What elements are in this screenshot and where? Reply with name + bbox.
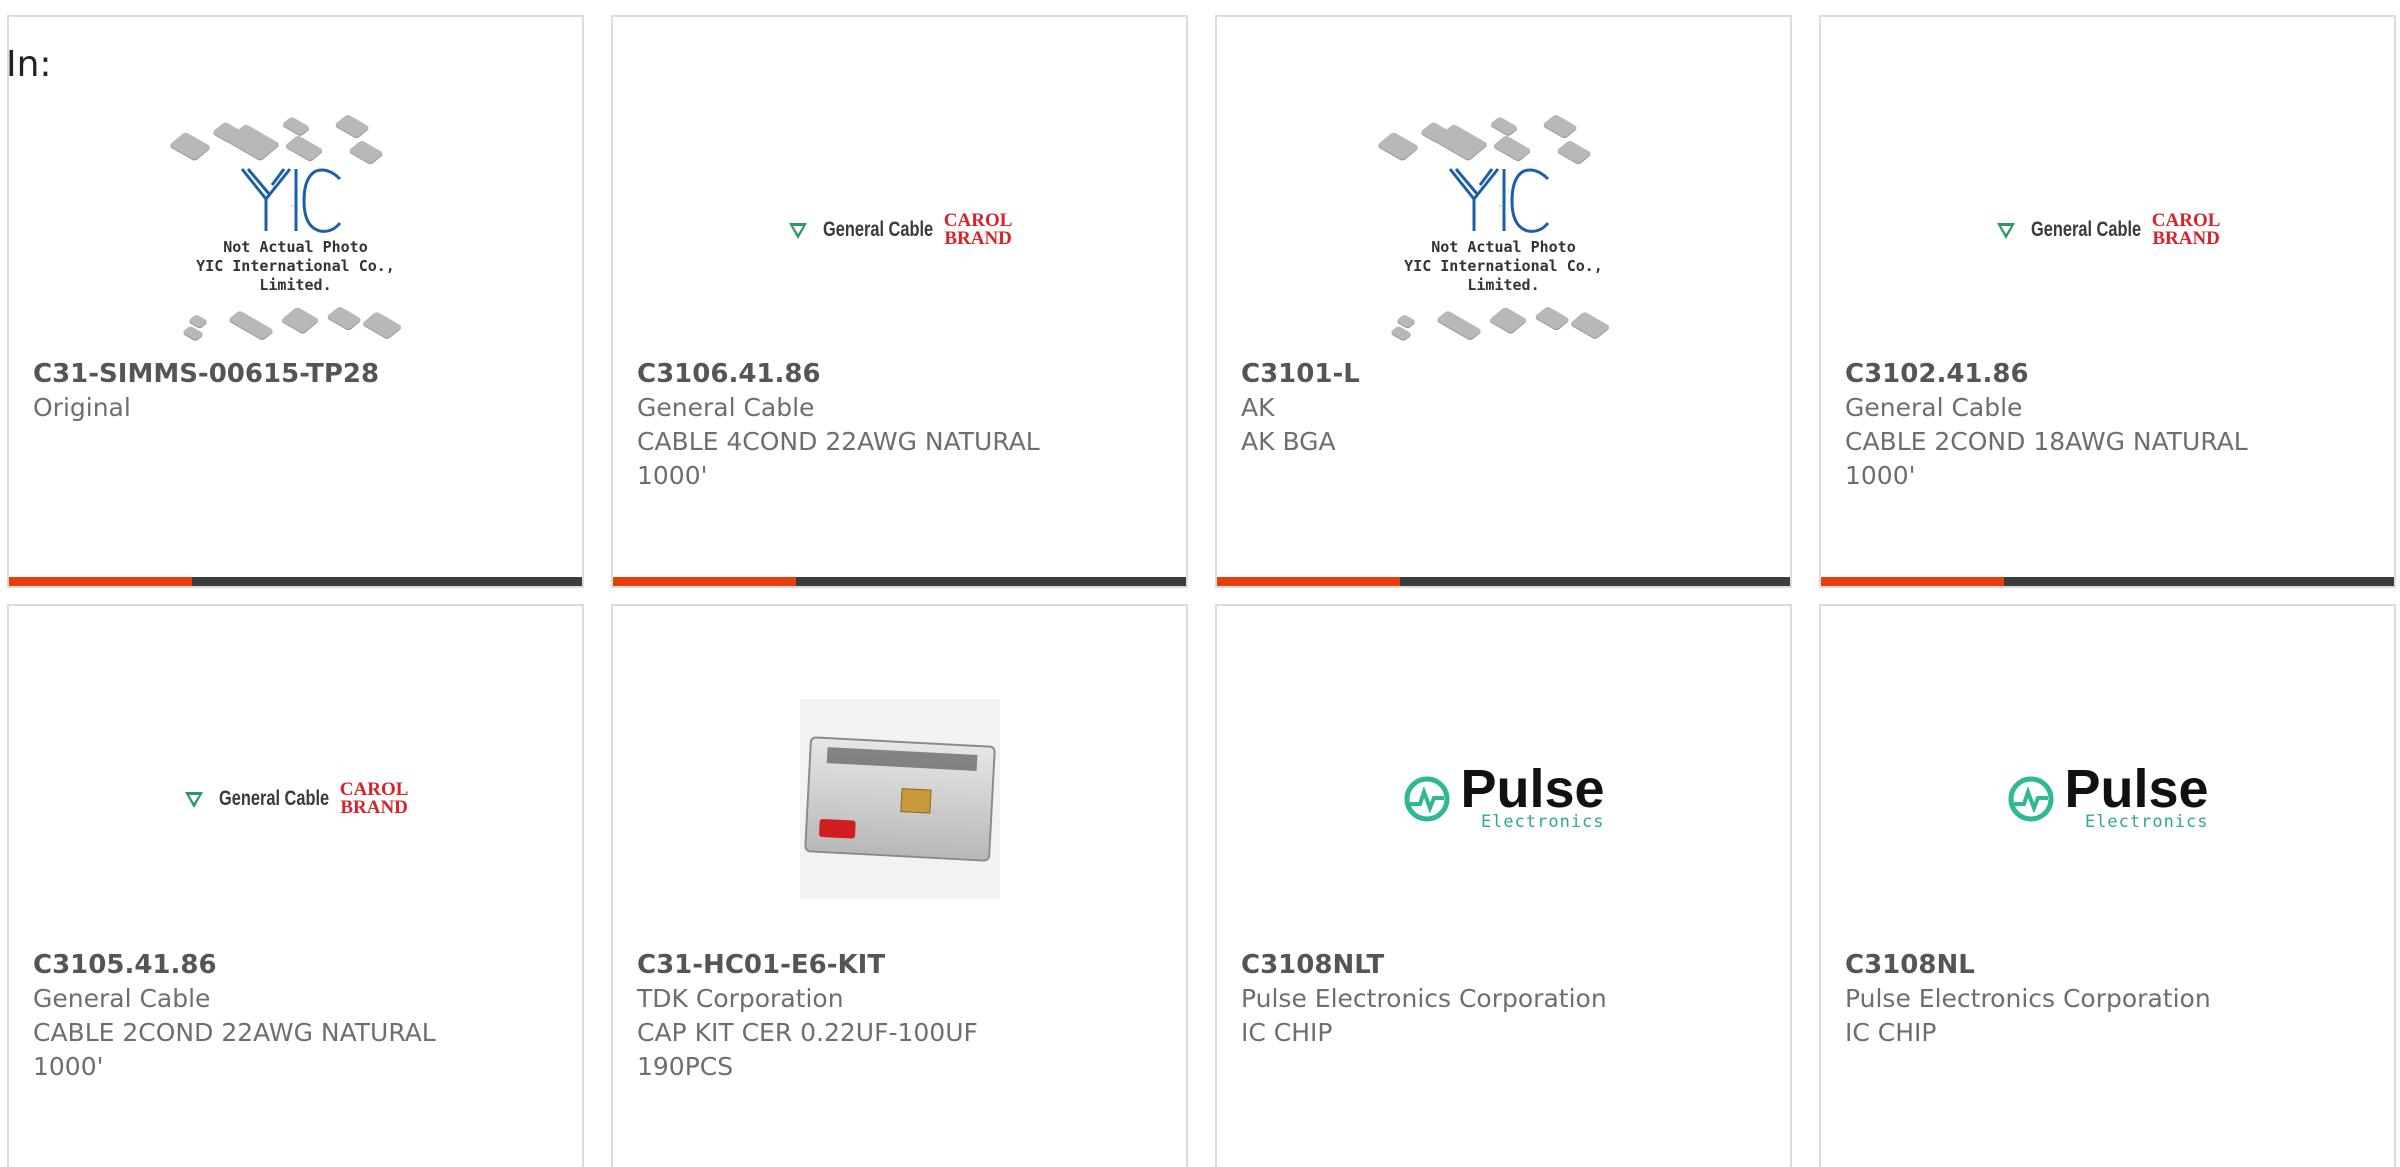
manufacturer: Pulse Electronics Corporation — [1241, 984, 1607, 1013]
shield-icon — [1996, 222, 2015, 239]
description: IC CHIP — [1241, 1018, 1333, 1047]
product-info: C3101-L AK AK BGA — [1241, 357, 1661, 459]
card-progress-bar — [1821, 577, 2394, 586]
capacitor-kit-photo — [799, 698, 1000, 899]
description: 190PCS — [637, 1052, 734, 1081]
description: 1000' — [33, 1052, 104, 1081]
product-image[interactable]: General Cable CAROL BRAND — [613, 97, 1186, 362]
product-card[interactable]: YIC Not Actual Photo YIC International C… — [1215, 15, 1792, 588]
product-image[interactable]: YIC Not Actual Photo YIC International C… — [9, 97, 582, 362]
description: AK BGA — [1241, 427, 1336, 456]
part-number-link[interactable]: C31-SIMMS-00615-TP28 — [33, 357, 453, 391]
product-info: C3102.41.86 General Cable CABLE 2COND 18… — [1845, 357, 2265, 493]
manufacturer: General Cable — [33, 984, 211, 1013]
general-cable-logo: General Cable CAROL BRAND — [787, 211, 1012, 248]
description: CABLE 2COND 18AWG NATURAL — [1845, 427, 2248, 456]
product-card[interactable]: YIC Not Actual Photo YIC International C… — [7, 15, 584, 588]
product-card[interactable]: General Cable CAROL BRAND C3106.41.86 Ge… — [611, 15, 1188, 588]
description: CABLE 4COND 22AWG NATURAL — [637, 427, 1040, 456]
product-info: C3108NLT Pulse Electronics Corporation I… — [1241, 948, 1661, 1050]
svg-text:YIC: YIC — [1499, 206, 1503, 208]
part-number-link[interactable]: C3108NLT — [1241, 948, 1661, 982]
manufacturer: General Cable — [1845, 393, 2023, 422]
card-progress-bar — [613, 577, 1186, 586]
card-progress-bar — [9, 577, 582, 586]
product-info: C3105.41.86 General Cable CABLE 2COND 22… — [33, 948, 453, 1084]
svg-text:YIC: YIC — [291, 206, 295, 208]
product-info: C3108NL Pulse Electronics Corporation IC… — [1845, 948, 2265, 1050]
product-info: C31-HC01-E6-KIT TDK Corporation CAP KIT … — [637, 948, 1057, 1084]
product-grid-page: In: YIC Not Actual Photo YIC Internation… — [0, 0, 2400, 1167]
product-image[interactable]: YIC Not Actual Photo YIC International C… — [1217, 97, 1790, 362]
yic-logo-icon: YIC — [240, 167, 341, 233]
description: IC CHIP — [1845, 1018, 1937, 1047]
product-card[interactable]: Pulse Electronics C3108NL Pulse Electron… — [1819, 604, 2396, 1167]
manufacturer: Original — [33, 393, 131, 422]
part-number-link[interactable]: C3101-L — [1241, 357, 1661, 391]
part-number-link[interactable]: C3108NL — [1845, 948, 2265, 982]
manufacturer: General Cable — [637, 393, 815, 422]
product-info: C3106.41.86 General Cable CABLE 4COND 22… — [637, 357, 1057, 493]
product-image[interactable]: General Cable CAROL BRAND — [9, 666, 582, 931]
product-image[interactable] — [613, 666, 1186, 931]
product-card[interactable]: Pulse Electronics C3108NLT Pulse Electro… — [1215, 604, 1792, 1167]
manufacturer: AK — [1241, 393, 1275, 422]
placeholder-caption: Not Actual Photo YIC International Co., … — [196, 237, 395, 294]
description: CABLE 2COND 22AWG NATURAL — [33, 1018, 436, 1047]
placeholder-image: YIC Not Actual Photo YIC International C… — [161, 110, 431, 350]
manufacturer: TDK Corporation — [637, 984, 844, 1013]
part-number-link[interactable]: C31-HC01-E6-KIT — [637, 948, 1057, 982]
pulse-swirl-icon — [1404, 776, 1450, 821]
manufacturer: Pulse Electronics Corporation — [1845, 984, 2211, 1013]
placeholder-caption: Not Actual Photo YIC International Co., … — [1404, 237, 1603, 294]
description: 1000' — [1845, 461, 1916, 490]
part-number-link[interactable]: C3105.41.86 — [33, 948, 453, 982]
part-number-link[interactable]: C3102.41.86 — [1845, 357, 2265, 391]
description: 1000' — [637, 461, 708, 490]
product-card[interactable]: General Cable CAROL BRAND C3105.41.86 Ge… — [7, 604, 584, 1167]
part-number-link[interactable]: C3106.41.86 — [637, 357, 1057, 391]
pulse-swirl-icon — [2008, 776, 2054, 821]
general-cable-logo: General Cable CAROL BRAND — [183, 780, 408, 817]
general-cable-logo: General Cable CAROL BRAND — [1995, 211, 2220, 248]
pulse-logo: Pulse Electronics — [1402, 762, 1605, 832]
product-card[interactable]: General Cable CAROL BRAND C3102.41.86 Ge… — [1819, 15, 2396, 588]
in-label: In: — [6, 44, 52, 85]
shield-icon — [184, 791, 203, 808]
product-card[interactable]: C31-HC01-E6-KIT TDK Corporation CAP KIT … — [611, 604, 1188, 1167]
pulse-logo: Pulse Electronics — [2006, 762, 2209, 832]
shield-icon — [788, 222, 807, 239]
product-image[interactable]: Pulse Electronics — [1217, 666, 1790, 931]
product-info: C31-SIMMS-00615-TP28 Original — [33, 357, 453, 425]
description: CAP KIT CER 0.22UF-100UF — [637, 1018, 978, 1047]
yic-logo-icon: YIC — [1448, 167, 1549, 233]
product-image[interactable]: Pulse Electronics — [1821, 666, 2394, 931]
card-progress-bar — [1217, 577, 1790, 586]
placeholder-image: YIC Not Actual Photo YIC International C… — [1369, 110, 1639, 350]
product-image[interactable]: General Cable CAROL BRAND — [1821, 97, 2394, 362]
